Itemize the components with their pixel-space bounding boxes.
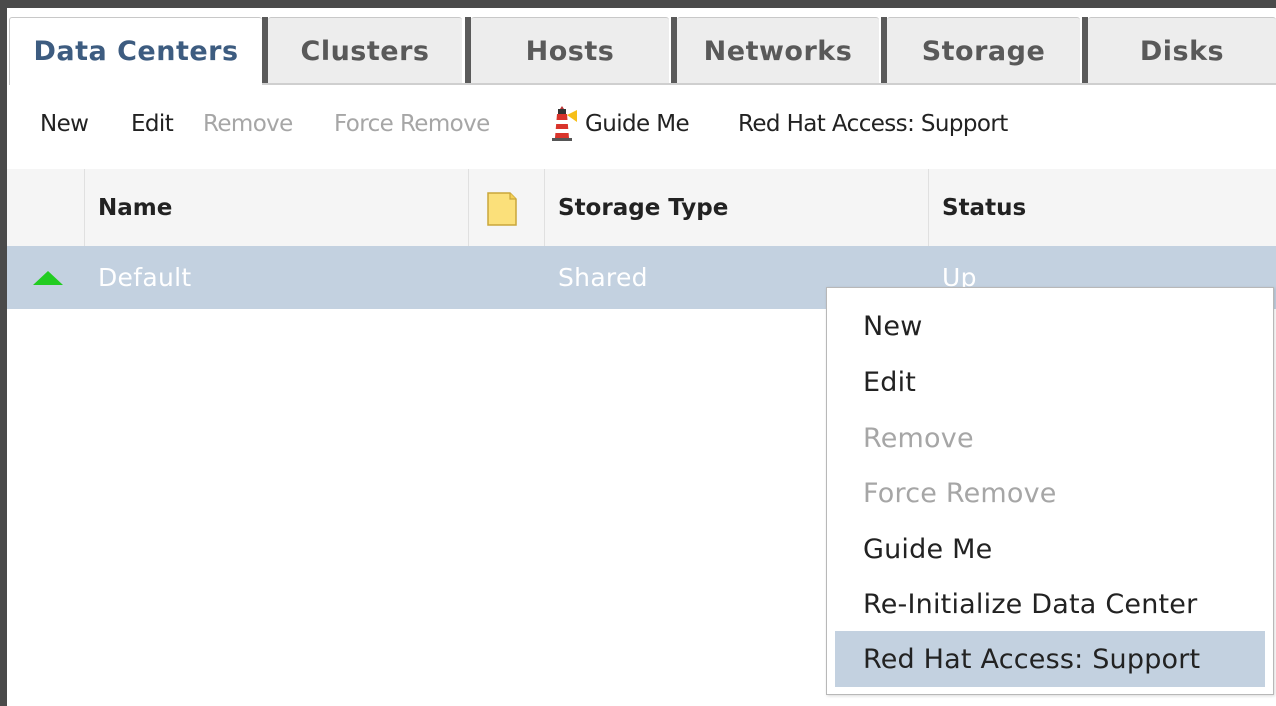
window-frame-left	[0, 0, 7, 706]
menu-item-remove[interactable]: Remove	[835, 410, 1265, 466]
tab-storage[interactable]: Storage	[887, 17, 1080, 84]
action-toolbar: New Edit Remove Force Remove Guide Me Re…	[7, 85, 1276, 168]
lighthouse-icon	[552, 106, 577, 141]
tab-hosts[interactable]: Hosts	[471, 17, 669, 84]
menu-item-force-remove[interactable]: Force Remove	[835, 465, 1265, 521]
column-header-comment[interactable]	[468, 169, 544, 246]
up-arrow-icon	[33, 271, 63, 285]
cell-name: Default	[98, 263, 192, 292]
main-tab-bar: Data Centers Clusters Hosts Networks Sto…	[7, 8, 1276, 85]
support-button[interactable]: Red Hat Access: Support	[738, 111, 1008, 137]
tab-data-centers[interactable]: Data Centers	[9, 17, 262, 85]
note-icon	[487, 192, 517, 226]
new-button[interactable]: New	[40, 111, 89, 137]
menu-item-support[interactable]: Red Hat Access: Support	[835, 631, 1265, 687]
cell-storage-type: Shared	[558, 263, 648, 292]
grid-header: Name Storage Type Status	[7, 169, 1276, 246]
column-header-status[interactable]: Status	[928, 169, 1276, 246]
context-menu: New Edit Remove Force Remove Guide Me Re…	[826, 287, 1274, 695]
menu-item-edit[interactable]: Edit	[835, 354, 1265, 410]
edit-button[interactable]: Edit	[131, 111, 174, 137]
window-frame-top	[0, 0, 1276, 8]
tab-disks[interactable]: Disks	[1088, 17, 1276, 84]
remove-button[interactable]: Remove	[203, 111, 293, 137]
menu-item-guide-me[interactable]: Guide Me	[835, 521, 1265, 577]
column-header-storage-type[interactable]: Storage Type	[544, 169, 928, 246]
menu-item-reinitialize-data-center[interactable]: Re-Initialize Data Center	[835, 576, 1265, 632]
column-header-name[interactable]: Name	[84, 169, 468, 246]
menu-item-new[interactable]: New	[835, 298, 1265, 354]
guide-me-button[interactable]: Guide Me	[585, 111, 690, 137]
tab-clusters[interactable]: Clusters	[268, 17, 462, 84]
tab-networks[interactable]: Networks	[677, 17, 879, 84]
force-remove-button[interactable]: Force Remove	[334, 111, 490, 137]
